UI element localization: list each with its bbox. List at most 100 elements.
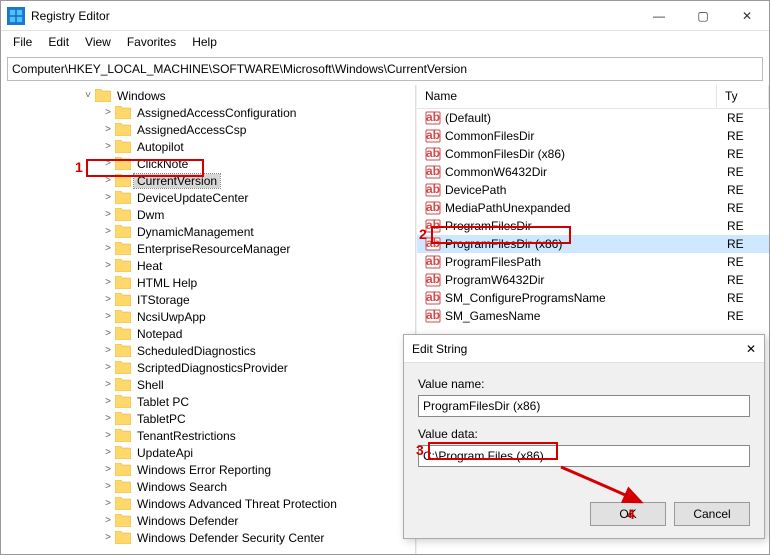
registry-value-row[interactable]: abProgramFilesDir (x86)RE bbox=[417, 235, 769, 253]
registry-value-row[interactable]: abCommonFilesDir (x86)RE bbox=[417, 145, 769, 163]
tree-node-notepad[interactable]: >Notepad bbox=[1, 325, 415, 342]
folder-icon bbox=[115, 446, 131, 459]
tree-node-tablet-pc[interactable]: >Tablet PC bbox=[1, 393, 415, 410]
tree-node-windows-advanced-threat-protection[interactable]: >Windows Advanced Threat Protection bbox=[1, 495, 415, 512]
tree-node-windows-defender-security-center[interactable]: >Windows Defender Security Center bbox=[1, 529, 415, 546]
expander-icon[interactable]: > bbox=[101, 498, 115, 509]
menu-favorites[interactable]: Favorites bbox=[119, 33, 184, 51]
value-type: RE bbox=[727, 291, 744, 305]
dialog-titlebar[interactable]: Edit String ✕ bbox=[404, 335, 764, 363]
tree-node-ncsiuwpapp[interactable]: >NcsiUwpApp bbox=[1, 308, 415, 325]
expander-icon[interactable]: > bbox=[101, 328, 115, 339]
tree-node-autopilot[interactable]: > Autopilot bbox=[1, 138, 415, 155]
column-name[interactable]: Name bbox=[417, 85, 717, 108]
value-name-input[interactable] bbox=[418, 395, 750, 417]
tree-node-deviceupdatecenter[interactable]: >DeviceUpdateCenter bbox=[1, 189, 415, 206]
expander-icon[interactable]: > bbox=[101, 141, 115, 152]
cancel-button[interactable]: Cancel bbox=[674, 502, 750, 526]
expander-icon[interactable]: > bbox=[101, 226, 115, 237]
tree-node-windows-defender[interactable]: >Windows Defender bbox=[1, 512, 415, 529]
reg-string-icon: ab bbox=[425, 218, 441, 234]
tree-node-heat[interactable]: >Heat bbox=[1, 257, 415, 274]
tree-node-itstorage[interactable]: >ITStorage bbox=[1, 291, 415, 308]
tree-node-tenantrestrictions[interactable]: >TenantRestrictions bbox=[1, 427, 415, 444]
registry-value-row[interactable]: abProgramFilesPathRE bbox=[417, 253, 769, 271]
folder-icon bbox=[115, 497, 131, 510]
list-header: Name Ty bbox=[417, 85, 769, 109]
tree-node-scripteddiagnosticsprovider[interactable]: >ScriptedDiagnosticsProvider bbox=[1, 359, 415, 376]
expander-icon[interactable]: > bbox=[101, 209, 115, 220]
close-button[interactable]: ✕ bbox=[725, 1, 769, 31]
value-type: RE bbox=[727, 129, 744, 143]
tree-node-windows[interactable]: ˅Windows bbox=[1, 87, 415, 104]
tree-node-enterpriseresourcemanager[interactable]: >EnterpriseResourceManager bbox=[1, 240, 415, 257]
address-bar[interactable]: Computer\HKEY_LOCAL_MACHINE\SOFTWARE\Mic… bbox=[7, 57, 763, 81]
registry-value-row[interactable]: abMediaPathUnexpandedRE bbox=[417, 199, 769, 217]
tree-label: Windows Search bbox=[134, 480, 230, 494]
registry-value-row[interactable]: abProgramW6432DirRE bbox=[417, 271, 769, 289]
menu-file[interactable]: File bbox=[5, 33, 40, 51]
expander-icon[interactable]: > bbox=[101, 175, 115, 186]
expander-icon[interactable]: ˅ bbox=[81, 90, 95, 101]
tree-node-windows-error-reporting[interactable]: >Windows Error Reporting bbox=[1, 461, 415, 478]
expander-icon[interactable]: > bbox=[101, 243, 115, 254]
tree-node-assignedaccessconfiguration[interactable]: >AssignedAccessConfiguration bbox=[1, 104, 415, 121]
expander-icon[interactable]: > bbox=[101, 481, 115, 492]
expander-icon[interactable]: > bbox=[101, 277, 115, 288]
tree-label: Autopilot bbox=[134, 140, 187, 154]
tree-node-assignedaccesscsp[interactable]: >AssignedAccessCsp bbox=[1, 121, 415, 138]
ok-button[interactable]: OK bbox=[590, 502, 666, 526]
tree-node-scheduleddiagnostics[interactable]: >ScheduledDiagnostics bbox=[1, 342, 415, 359]
expander-icon[interactable]: > bbox=[101, 260, 115, 271]
tree-label: ClickNote bbox=[134, 157, 191, 171]
expander-icon[interactable]: > bbox=[101, 124, 115, 135]
expander-icon[interactable]: > bbox=[101, 294, 115, 305]
svg-text:ab: ab bbox=[426, 254, 440, 268]
tree-node-html-help[interactable]: >HTML Help bbox=[1, 274, 415, 291]
expander-icon[interactable]: > bbox=[101, 532, 115, 543]
registry-value-row[interactable]: abProgramFilesDirRE bbox=[417, 217, 769, 235]
value-data-input[interactable] bbox=[418, 445, 750, 467]
tree-node-tabletpc[interactable]: >TabletPC bbox=[1, 410, 415, 427]
expander-icon[interactable]: > bbox=[101, 464, 115, 475]
registry-value-row[interactable]: abCommonFilesDirRE bbox=[417, 127, 769, 145]
registry-value-row[interactable]: ab(Default)RE bbox=[417, 109, 769, 127]
tree-node-updateapi[interactable]: >UpdateApi bbox=[1, 444, 415, 461]
registry-value-row[interactable]: abSM_ConfigureProgramsNameRE bbox=[417, 289, 769, 307]
tree-node-currentversion[interactable]: >CurrentVersion bbox=[1, 172, 415, 189]
column-type[interactable]: Ty bbox=[717, 85, 769, 108]
value-type: RE bbox=[727, 111, 744, 125]
folder-icon bbox=[115, 123, 131, 136]
expander-icon[interactable]: > bbox=[101, 362, 115, 373]
expander-icon[interactable]: > bbox=[101, 107, 115, 118]
menu-edit[interactable]: Edit bbox=[40, 33, 77, 51]
expander-icon[interactable]: > bbox=[101, 413, 115, 424]
tree-node-dwm[interactable]: >Dwm bbox=[1, 206, 415, 223]
dialog-title: Edit String bbox=[412, 342, 746, 356]
registry-value-row[interactable]: abSM_GamesNameRE bbox=[417, 307, 769, 325]
registry-value-row[interactable]: abDevicePathRE bbox=[417, 181, 769, 199]
expander-icon[interactable]: > bbox=[101, 430, 115, 441]
tree-node-shell[interactable]: >Shell bbox=[1, 376, 415, 393]
menu-view[interactable]: View bbox=[77, 33, 119, 51]
tree-pane[interactable]: ˅Windows>AssignedAccessConfiguration>Ass… bbox=[1, 85, 416, 554]
minimize-button[interactable]: — bbox=[637, 1, 681, 31]
expander-icon[interactable]: > bbox=[101, 379, 115, 390]
menu-help[interactable]: Help bbox=[184, 33, 225, 51]
expander-icon[interactable]: > bbox=[101, 396, 115, 407]
expander-icon[interactable]: > bbox=[101, 345, 115, 356]
folder-icon bbox=[115, 429, 131, 442]
tree-node-dynamicmanagement[interactable]: >DynamicManagement bbox=[1, 223, 415, 240]
tree-node-windows-search[interactable]: > Windows Search bbox=[1, 478, 415, 495]
svg-text:ab: ab bbox=[426, 290, 440, 304]
expander-icon[interactable]: > bbox=[101, 311, 115, 322]
expander-icon[interactable]: > bbox=[101, 192, 115, 203]
tree-node-clicknote[interactable]: > ClickNote bbox=[1, 155, 415, 172]
expander-icon[interactable]: > bbox=[101, 447, 115, 458]
expander-icon[interactable]: > bbox=[101, 158, 115, 169]
dialog-close-button[interactable]: ✕ bbox=[746, 342, 756, 356]
maximize-button[interactable]: ▢ bbox=[681, 1, 725, 31]
value-name: ProgramFilesPath bbox=[445, 255, 727, 269]
expander-icon[interactable]: > bbox=[101, 515, 115, 526]
registry-value-row[interactable]: abCommonW6432DirRE bbox=[417, 163, 769, 181]
